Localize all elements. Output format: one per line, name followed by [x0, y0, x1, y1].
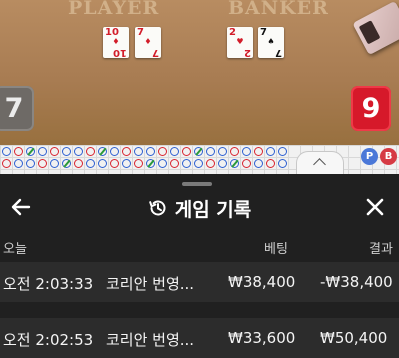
roadmap-bead: [14, 159, 23, 168]
roadmap-bead: [86, 159, 95, 168]
roadmap-bead: [86, 147, 95, 156]
roadmap-bead: [110, 159, 119, 168]
history-row[interactable]: 오전 2:02:53 코리안 번영... ₩33,600 ₩50,400: [0, 318, 399, 358]
player-score: 7: [0, 86, 34, 131]
banker-card-2: 7 ♠ 7: [258, 27, 284, 58]
row-time: 오전 2:02:53: [3, 331, 94, 349]
card-rank-bottom: 7: [152, 47, 159, 58]
roadmap-bead: [146, 147, 155, 156]
roadmap-bead: [122, 159, 131, 168]
roadmap-bead: [62, 159, 71, 168]
row-game: 코리안 번영...: [106, 275, 195, 293]
roadmap-bead: [38, 147, 47, 156]
roadmap-bead: [218, 147, 227, 156]
banker-card-1: 2 ♥ 2: [227, 27, 253, 58]
roadmap-bead: [134, 159, 143, 168]
row-time: 오전 2:03:33: [3, 275, 94, 293]
sheet-header: 게임 기록: [0, 195, 399, 221]
result-column-header: 결과: [369, 242, 393, 257]
tie-slash: [231, 159, 239, 168]
roadmap-bead: [206, 147, 215, 156]
game-table: PLAYER BANKER 10 ♦ 10 7 ♦ 7 2 ♥ 2 7 ♠ 7 …: [0, 0, 399, 145]
close-button[interactable]: [364, 196, 386, 218]
row-result: ₩50,400: [320, 329, 388, 347]
date-group-header: 오늘: [3, 242, 27, 257]
roadmap-bead: [98, 147, 107, 156]
roadmap-bead: [146, 159, 155, 168]
roadmap-bead: [62, 147, 71, 156]
card-rank: 7: [137, 27, 144, 38]
roadmap-bead: [194, 147, 203, 156]
banker-score: 9: [351, 86, 391, 131]
card-rank: 2: [229, 27, 236, 38]
roadmap-bead: [74, 147, 83, 156]
game-history-sheet: 게임 기록 오늘 베팅 결과 오전 2:03:33 코리안 번영... ₩38,…: [0, 174, 399, 358]
card-suit: ♦: [112, 37, 120, 46]
roadmap-bead: [2, 147, 11, 156]
roadmap-bead: [242, 159, 251, 168]
row-bet: ₩38,400: [228, 273, 296, 291]
roadmap-bead: [182, 159, 191, 168]
roadmap-bead: [170, 159, 179, 168]
player-card-2: 7 ♦ 7: [135, 27, 161, 58]
sheet-grabber[interactable]: [182, 182, 212, 186]
roadmap-bead: [194, 159, 203, 168]
roadmap-bead: [182, 147, 191, 156]
tie-slash: [99, 147, 107, 156]
roadmap-bead: [134, 147, 143, 156]
banker-label: BANKER: [228, 0, 329, 19]
roadmap-bead: [50, 147, 59, 156]
roadmap-bead: [230, 147, 239, 156]
roadmap-bead: [230, 159, 239, 168]
roadmap-bead: [98, 159, 107, 168]
page-title: 게임 기록: [174, 198, 252, 221]
roadmap-bead: [14, 147, 23, 156]
roadmap-bead: [38, 159, 47, 168]
roadmap-bead: [278, 147, 287, 156]
tie-slash: [147, 159, 155, 168]
roadmap-bead: [254, 159, 263, 168]
player-label: PLAYER: [68, 0, 160, 19]
roadmap-bead: [266, 159, 275, 168]
roadmap-bead: [206, 159, 215, 168]
card-rank-bottom: 7: [275, 47, 282, 58]
roadmap-bead: [50, 159, 59, 168]
roadmap-bead: [110, 147, 119, 156]
roadmap-bead: [122, 147, 131, 156]
roadmap-bead: [254, 147, 263, 156]
bet-column-header: 베팅: [264, 242, 288, 257]
roadmap-bead: [26, 159, 35, 168]
roadmap-bead: [2, 159, 11, 168]
history-row[interactable]: 오전 2:03:33 코리안 번영... ₩38,400 -₩38,400: [0, 262, 399, 302]
card-shoe: [352, 0, 399, 56]
roadmap-bead: [278, 159, 287, 168]
row-bet: ₩33,600: [228, 329, 296, 347]
roadmap-bead: [74, 159, 83, 168]
expand-roadmap-button[interactable]: [296, 151, 344, 174]
history-clock-icon: [148, 200, 166, 216]
tie-slash: [63, 159, 71, 168]
player-card-1: 10 ♦ 10: [103, 27, 129, 58]
row-result: -₩38,400: [320, 273, 393, 291]
roadmap-bead: [158, 147, 167, 156]
roadmap-bead: [266, 147, 275, 156]
roadmap-bead: [170, 147, 179, 156]
close-icon: [366, 198, 384, 216]
roadmap-bead: [158, 159, 167, 168]
roadmap-bead: [26, 147, 35, 156]
card-rank-bottom: 2: [244, 47, 251, 58]
card-suit: ♠: [267, 37, 275, 46]
tie-slash: [195, 147, 203, 156]
roadmap-bead: [218, 159, 227, 168]
card-rank-bottom: 10: [113, 47, 127, 58]
card-suit: ♥: [236, 37, 244, 46]
player-ask-button[interactable]: P: [361, 148, 378, 165]
banker-ask-button[interactable]: B: [380, 148, 397, 165]
card-suit: ♦: [144, 37, 152, 46]
tie-slash: [27, 147, 35, 156]
roadmap: P B: [0, 145, 399, 174]
roadmap-bead: [242, 147, 251, 156]
row-game: 코리안 번영...: [106, 331, 195, 349]
card-rank: 7: [260, 27, 267, 38]
